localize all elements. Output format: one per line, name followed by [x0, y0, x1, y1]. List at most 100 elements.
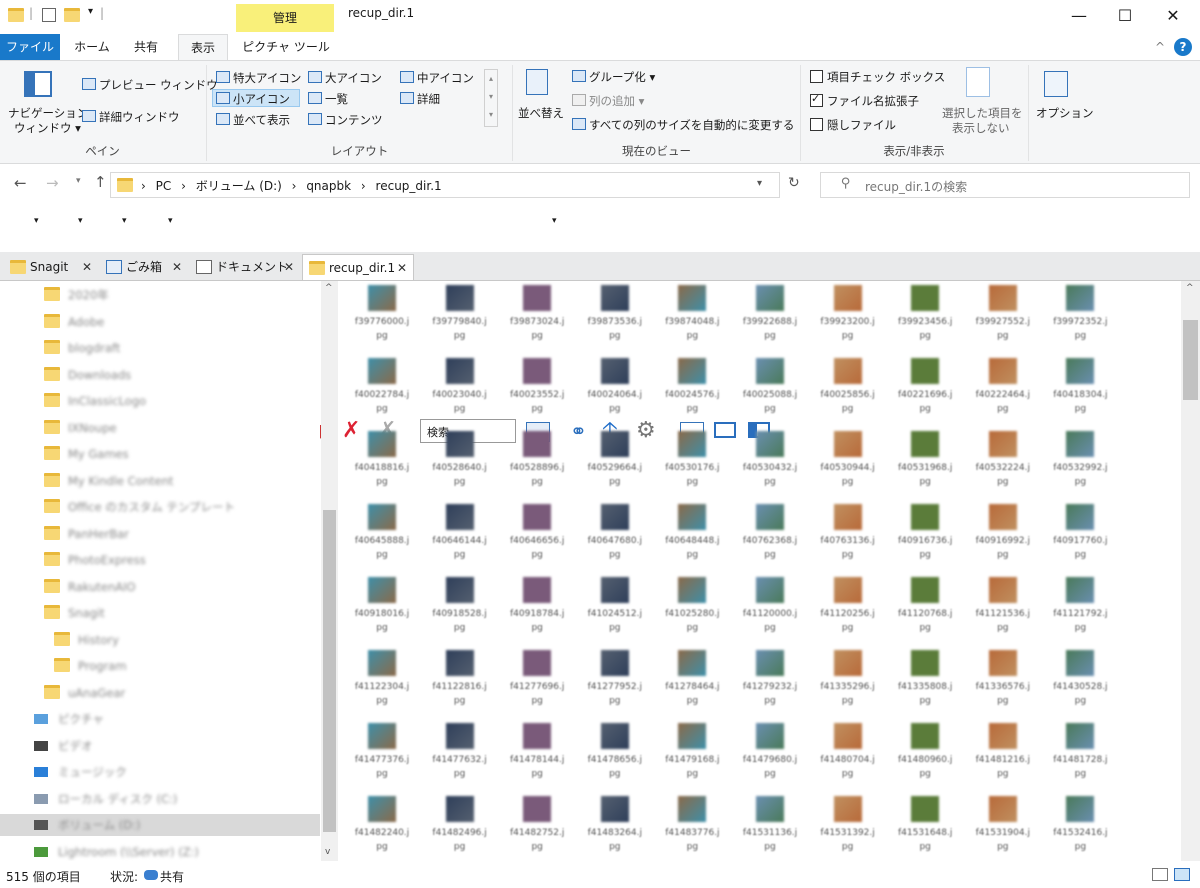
hide-selected-label-1[interactable]: 選択した項目を — [942, 105, 1023, 121]
nav-folder-item[interactable]: Adobe — [44, 311, 104, 333]
file-item[interactable]: f41481728.j pg — [1042, 719, 1118, 791]
help-icon[interactable]: ? — [1174, 38, 1192, 56]
breadcrumb-qnapbk[interactable]: qnapbk — [306, 179, 351, 193]
tab-recycle-bin[interactable]: ごみ箱 ✕ — [100, 254, 188, 280]
nav-item-music[interactable]: ミュージック — [34, 761, 127, 783]
file-item[interactable]: f40024064.j pg — [577, 354, 653, 426]
hidden-items-option[interactable]: 隠しファイル — [810, 117, 896, 133]
file-item[interactable]: f40528896.j pg — [499, 427, 575, 499]
item-checkboxes-option[interactable]: 項目チェック ボックス — [810, 69, 945, 85]
back-dropdown-icon[interactable]: ▾ — [78, 216, 83, 226]
search-box[interactable]: ⚲ recup_dir.1の検索 — [820, 172, 1190, 198]
navigation-pane-dropdown[interactable]: ウィンドウ ▾ — [14, 120, 81, 136]
tab-home[interactable]: ホーム — [70, 34, 114, 60]
file-item[interactable]: f40024576.j pg — [654, 354, 730, 426]
file-item[interactable]: f40532224.j pg — [965, 427, 1041, 499]
up-arrow-icon[interactable]: ↑ — [94, 173, 107, 191]
tab-close-icon[interactable]: ✕ — [284, 254, 294, 280]
tab-file[interactable]: ファイル — [0, 34, 60, 60]
file-item[interactable]: f40418304.j pg — [1042, 354, 1118, 426]
item-checkboxes-checkbox[interactable] — [810, 70, 823, 83]
refresh-icon[interactable]: ↻ — [788, 175, 800, 191]
tab-close-icon[interactable]: ✕ — [82, 254, 92, 280]
favorites-dropdown-icon[interactable]: ▾ — [34, 216, 39, 226]
sort-icon[interactable] — [526, 69, 548, 95]
file-item[interactable]: f40025088.j pg — [732, 354, 808, 426]
file-item[interactable]: f41482240.j pg — [344, 792, 420, 861]
file-item[interactable]: f41479168.j pg — [654, 719, 730, 791]
file-item[interactable]: f41278464.j pg — [654, 646, 730, 718]
file-item[interactable]: f40022784.j pg — [344, 354, 420, 426]
file-item[interactable]: f41477632.j pg — [422, 719, 498, 791]
nav-item-pictures[interactable]: ピクチャ — [34, 708, 104, 730]
file-item[interactable]: f40025856.j pg — [810, 354, 886, 426]
autofit-columns-button[interactable]: すべての列のサイズを自動的に変更する — [572, 117, 794, 133]
tab-close-icon[interactable]: ✕ — [172, 254, 182, 280]
nav-folder-item[interactable]: Snagit — [44, 602, 105, 624]
nav-folder-item[interactable]: 2020年 — [44, 284, 109, 306]
file-item[interactable]: f41478144.j pg — [499, 719, 575, 791]
file-item[interactable]: f39972352.j pg — [1042, 281, 1118, 353]
stop-dropdown-icon[interactable]: ▾ — [168, 216, 173, 226]
file-item[interactable]: f40532992.j pg — [1042, 427, 1118, 499]
layout-tiles[interactable]: 並べて表示 — [216, 112, 290, 128]
file-item[interactable]: f41531904.j pg — [965, 792, 1041, 861]
file-item[interactable]: f40529664.j pg — [577, 427, 653, 499]
maximize-button[interactable]: ☐ — [1102, 2, 1148, 30]
file-item[interactable]: f40023040.j pg — [422, 354, 498, 426]
file-item[interactable]: f40916992.j pg — [965, 500, 1041, 572]
file-item[interactable]: f41480704.j pg — [810, 719, 886, 791]
file-item[interactable]: f41483776.j pg — [654, 792, 730, 861]
tab-snagit[interactable]: Snagit ✕ — [4, 254, 98, 280]
file-item[interactable]: f40530432.j pg — [732, 427, 808, 499]
minimize-button[interactable]: — — [1056, 2, 1102, 30]
file-extensions-checkbox[interactable] — [810, 92, 823, 107]
hide-selected-icon[interactable] — [966, 67, 990, 97]
file-item[interactable]: f40916736.j pg — [887, 500, 963, 572]
tab-documents[interactable]: ドキュメント ✕ — [190, 254, 300, 280]
details-view-icon[interactable] — [1152, 868, 1168, 881]
options-icon[interactable] — [1044, 71, 1068, 97]
file-item[interactable]: f40528640.j pg — [422, 427, 498, 499]
file-item[interactable]: f40917760.j pg — [1042, 500, 1118, 572]
layout-details[interactable]: 詳細 — [400, 91, 440, 107]
tab-recup-dir[interactable]: recup_dir.1 ✕ — [302, 254, 414, 280]
file-item[interactable]: f40418816.j pg — [344, 427, 420, 499]
breadcrumb-volume-d[interactable]: ボリューム (D:) — [196, 179, 282, 193]
layout-scroll-icon[interactable]: ▴ ▾ ▾ — [484, 69, 498, 127]
nav-folder-item[interactable]: PanHerBar — [44, 523, 129, 545]
forward-dropdown-icon[interactable]: ▾ — [122, 216, 127, 226]
nav-folder-item[interactable]: PhotoExpress — [44, 549, 146, 571]
file-item[interactable]: f41024512.j pg — [577, 573, 653, 645]
nav-item-videos[interactable]: ビデオ — [34, 735, 93, 757]
file-item[interactable]: f41482752.j pg — [499, 792, 575, 861]
folder-icon[interactable] — [8, 8, 24, 22]
tab-close-icon[interactable]: ✕ — [397, 255, 407, 281]
new-folder-icon[interactable] — [64, 8, 80, 22]
add-columns-button[interactable]: 列の追加 ▾ — [572, 93, 644, 109]
scroll-up-icon[interactable]: ^ — [325, 283, 333, 293]
nav-folder-item[interactable]: blogdraft — [44, 337, 120, 359]
file-item[interactable]: f41531392.j pg — [810, 792, 886, 861]
layout-content[interactable]: コンテンツ — [308, 112, 383, 128]
file-item[interactable]: f40023552.j pg — [499, 354, 575, 426]
navigation-pane-icon[interactable] — [24, 71, 52, 97]
file-item[interactable]: f41531648.j pg — [887, 792, 963, 861]
file-item[interactable]: f40918528.j pg — [422, 573, 498, 645]
layout-large-icons[interactable]: 大アイコン — [308, 70, 382, 86]
tab-share[interactable]: 共有 — [124, 34, 168, 60]
nav-item-local-disk[interactable]: ローカル ディスク (C:) — [34, 788, 177, 810]
nav-folder-item[interactable]: History — [54, 629, 119, 651]
file-item[interactable]: f41482496.j pg — [422, 792, 498, 861]
file-item[interactable]: f39779840.j pg — [422, 281, 498, 353]
file-item[interactable]: f39923456.j pg — [887, 281, 963, 353]
file-item[interactable]: f41279232.j pg — [732, 646, 808, 718]
hide-selected-label-2[interactable]: 表示しない — [952, 120, 1010, 136]
file-item[interactable]: f39873536.j pg — [577, 281, 653, 353]
file-item[interactable]: f41121536.j pg — [965, 573, 1041, 645]
file-extensions-option[interactable]: ファイル名拡張子 — [810, 92, 919, 109]
file-item[interactable]: f41120256.j pg — [810, 573, 886, 645]
nav-folder-item[interactable]: uAnaGear — [44, 682, 125, 704]
file-item[interactable]: f39927552.j pg — [965, 281, 1041, 353]
file-item[interactable]: f41478656.j pg — [577, 719, 653, 791]
